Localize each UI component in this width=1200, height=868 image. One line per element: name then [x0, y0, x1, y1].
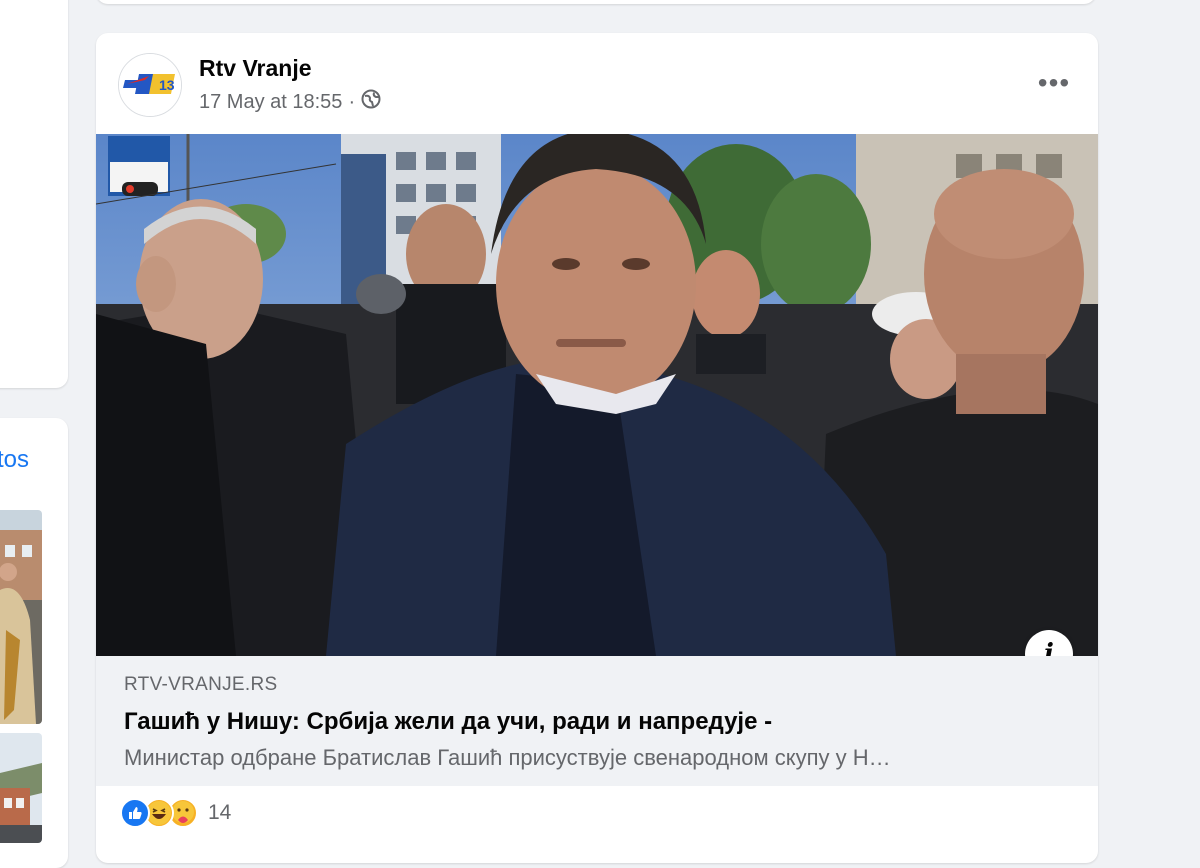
photo-thumbnail[interactable]: [0, 510, 42, 724]
link-domain: RTV-VRANJE.RS: [124, 674, 278, 695]
link-preview[interactable]: RTV-VRANJE.RS Гашић у Нишу: Србија жели …: [96, 656, 1098, 786]
page-name[interactable]: Rtv Vranje: [199, 55, 312, 82]
photos-link[interactable]: tos: [0, 446, 29, 474]
reaction-count[interactable]: 14: [208, 801, 231, 825]
previous-post-card: [96, 0, 1096, 4]
page-avatar[interactable]: 13: [118, 53, 182, 117]
left-sidebar-card: [0, 0, 68, 388]
like-icon: [120, 798, 150, 828]
post-timestamp[interactable]: 17 May at 18:55: [199, 91, 342, 114]
feed-post: 13 Rtv Vranje 17 May at 18:55 · ••• i RT…: [96, 33, 1098, 863]
reactions-summary[interactable]: 14: [120, 798, 231, 828]
more-options-icon[interactable]: •••: [1032, 63, 1076, 103]
post-meta: 17 May at 18:55 ·: [199, 89, 381, 115]
svg-text:13: 13: [159, 77, 175, 93]
link-title[interactable]: Гашић у Нишу: Србија жели да учи, ради и…: [124, 708, 772, 736]
meta-separator: ·: [348, 90, 356, 113]
globe-icon[interactable]: [361, 89, 381, 115]
link-description: Министар одбране Братислав Гашић присуст…: [124, 745, 891, 770]
link-preview-image[interactable]: [96, 134, 1098, 656]
photo-thumbnail[interactable]: [0, 733, 42, 843]
